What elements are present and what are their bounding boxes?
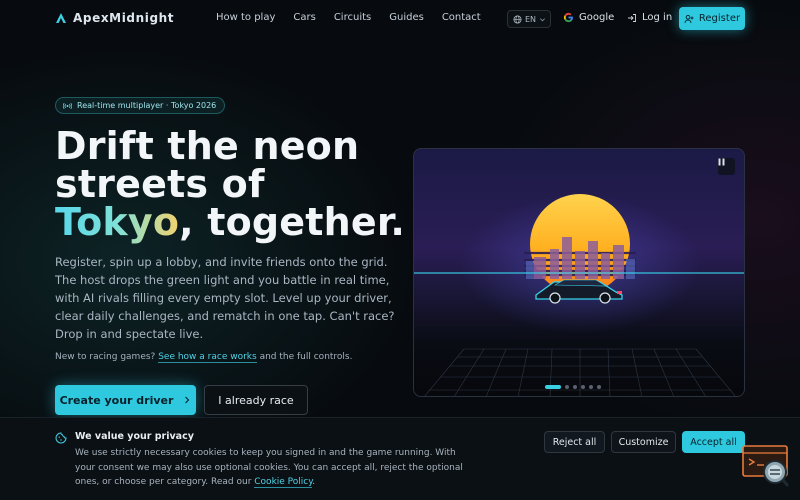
- nav-cars[interactable]: Cars: [293, 12, 315, 23]
- site-header: ApexMidnight How to play Cars Circuits G…: [0, 0, 800, 38]
- google-signin-button[interactable]: Google: [563, 12, 614, 23]
- hero-title-rest: , together.: [179, 200, 405, 244]
- nav-circuits[interactable]: Circuits: [334, 12, 371, 23]
- chevron-down-icon: [540, 17, 546, 21]
- login-label: Log in: [642, 12, 673, 23]
- google-icon: [563, 12, 573, 23]
- carousel-dot[interactable]: [581, 385, 585, 389]
- hero-title: Drift the neon streets of Tokyo, togethe…: [55, 127, 405, 241]
- logo-text: ApexMidnight: [73, 11, 175, 25]
- carousel-dot[interactable]: [573, 385, 577, 389]
- badge-text: Real-time multiplayer · Tokyo 2026: [77, 101, 217, 110]
- carousel-dot[interactable]: [545, 385, 561, 389]
- cookie-icon: [55, 432, 67, 444]
- create-driver-label: Create your driver: [59, 393, 174, 407]
- language-label: EN: [525, 14, 537, 24]
- hero-title-highlight: Tokyo: [55, 200, 180, 244]
- chevron-right-icon: [185, 396, 190, 404]
- register-button[interactable]: Register: [679, 7, 745, 30]
- broadcast-icon: [63, 102, 72, 109]
- cookie-title: We value your privacy: [75, 431, 194, 442]
- nav-guides[interactable]: Guides: [389, 12, 424, 23]
- cookie-text: We use strictly necessary cookies to kee…: [75, 446, 475, 490]
- globe-icon: [513, 14, 522, 24]
- nav-how-to-play[interactable]: How to play: [216, 12, 275, 23]
- multiplayer-badge: Real-time multiplayer · Tokyo 2026: [55, 97, 226, 114]
- already-race-button[interactable]: I already race: [204, 385, 308, 415]
- how-race-works-link[interactable]: See how a race works: [158, 352, 257, 363]
- hint-suffix: and the full controls.: [259, 352, 353, 362]
- pause-button[interactable]: [718, 158, 735, 175]
- already-race-label: I already race: [218, 393, 294, 407]
- pause-icon: [718, 158, 725, 166]
- register-label: Register: [698, 13, 741, 24]
- logo[interactable]: ApexMidnight: [55, 11, 174, 25]
- create-driver-button[interactable]: Create your driver: [55, 385, 196, 415]
- carousel-dot[interactable]: [565, 385, 569, 389]
- synthwave-scene-illustration: [414, 194, 744, 396]
- carousel-dot[interactable]: [589, 385, 593, 389]
- hint-prefix: New to racing games?: [55, 352, 156, 362]
- carousel-indicators: [545, 385, 601, 389]
- google-label: Google: [579, 12, 615, 23]
- logo-icon: [56, 13, 66, 23]
- carousel-dot[interactable]: [597, 385, 601, 389]
- nav-contact[interactable]: Contact: [442, 12, 481, 23]
- hero-hint: New to racing games? See how a race work…: [55, 352, 353, 363]
- hero-carousel: [413, 148, 745, 397]
- language-selector[interactable]: EN: [507, 10, 551, 28]
- help-widget-icon[interactable]: [742, 445, 789, 487]
- cookie-end: .: [312, 477, 316, 487]
- cookie-banner: We value your privacy We use strictly ne…: [0, 417, 800, 500]
- login-button[interactable]: Log in: [627, 12, 672, 23]
- customize-button[interactable]: Customize: [611, 431, 676, 453]
- cookie-policy-link[interactable]: Cookie Policy: [254, 477, 313, 488]
- main-nav: How to play Cars Circuits Guides Contact: [216, 12, 481, 23]
- hero-description: Register, spin up a lobby, and invite fr…: [55, 255, 395, 341]
- user-plus-icon: [684, 14, 694, 23]
- reject-all-button[interactable]: Reject all: [544, 431, 605, 453]
- accept-all-button[interactable]: Accept all: [682, 431, 745, 453]
- login-icon: [628, 13, 636, 22]
